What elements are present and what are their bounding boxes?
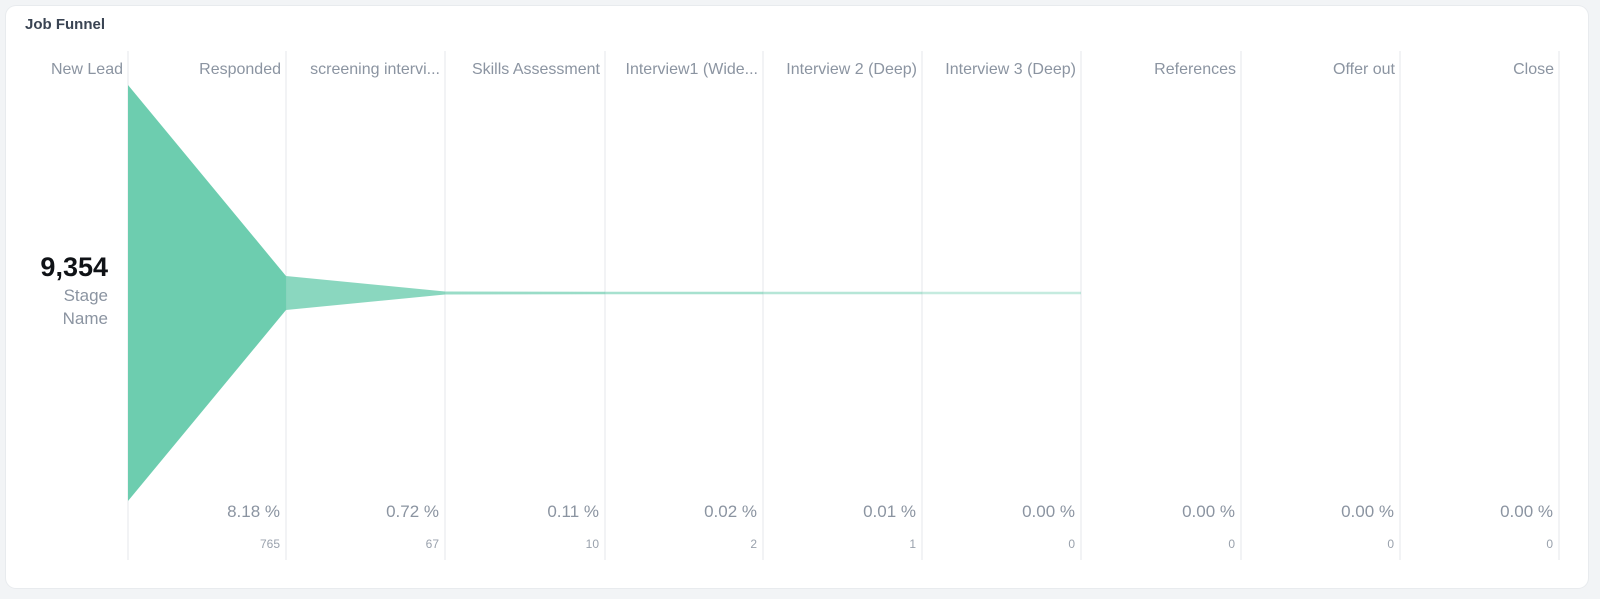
stage-name-label: Close [1513,61,1554,78]
stage-count-label: 10 [585,537,599,551]
stage-name-label: Skills Assessment [471,61,600,78]
stage-count-label: 2 [750,537,757,551]
total-caption: Stage Name [0,284,108,330]
stage-conversion-pct: 0.00 % [1500,502,1553,521]
stage-count-label: 0 [1546,537,1553,551]
stage-conversion-pct: 0.00 % [1022,502,1075,521]
stage-count-label: 765 [259,537,280,551]
stage-conversion-pct: 0.00 % [1341,502,1394,521]
stage-name-label: Interview 2 (Deep) [786,61,917,78]
stage-conversion-pct: 0.01 % [863,502,916,521]
stage-conversion-pct: 0.02 % [704,502,757,521]
funnel-segment [922,291,1081,295]
stage-count-label: 67 [425,537,439,551]
stage-name-label: New Lead [50,61,123,78]
stage-name-label: screening intervi... [310,61,440,78]
total-count: 9,354 [40,252,108,282]
funnel-segment [286,275,445,311]
total-caption-text: Stage Name [62,286,108,328]
stage-name-label: Responded [199,61,281,78]
funnel-segment [605,291,763,295]
stage-name-label: Interview1 (Wide... [625,61,758,78]
stage-name-label: Interview 3 (Deep) [945,61,1076,78]
stage-conversion-pct: 0.11 % [547,502,599,521]
stage-conversion-pct: 0.00 % [1182,502,1235,521]
stage-name-label: Offer out [1333,61,1395,78]
stage-count-label: 0 [1068,537,1075,551]
stage-count-label: 0 [1228,537,1235,551]
stage-conversion-pct: 8.18 % [227,502,280,521]
stage-count-label: 0 [1387,537,1394,551]
funnel-segment [128,85,286,501]
stage-name-label: References [1154,61,1236,78]
stage-conversion-pct: 0.72 % [386,502,439,521]
funnel-segment [763,291,922,295]
funnel-segment [445,291,605,295]
stage-count-label: 1 [909,537,916,551]
